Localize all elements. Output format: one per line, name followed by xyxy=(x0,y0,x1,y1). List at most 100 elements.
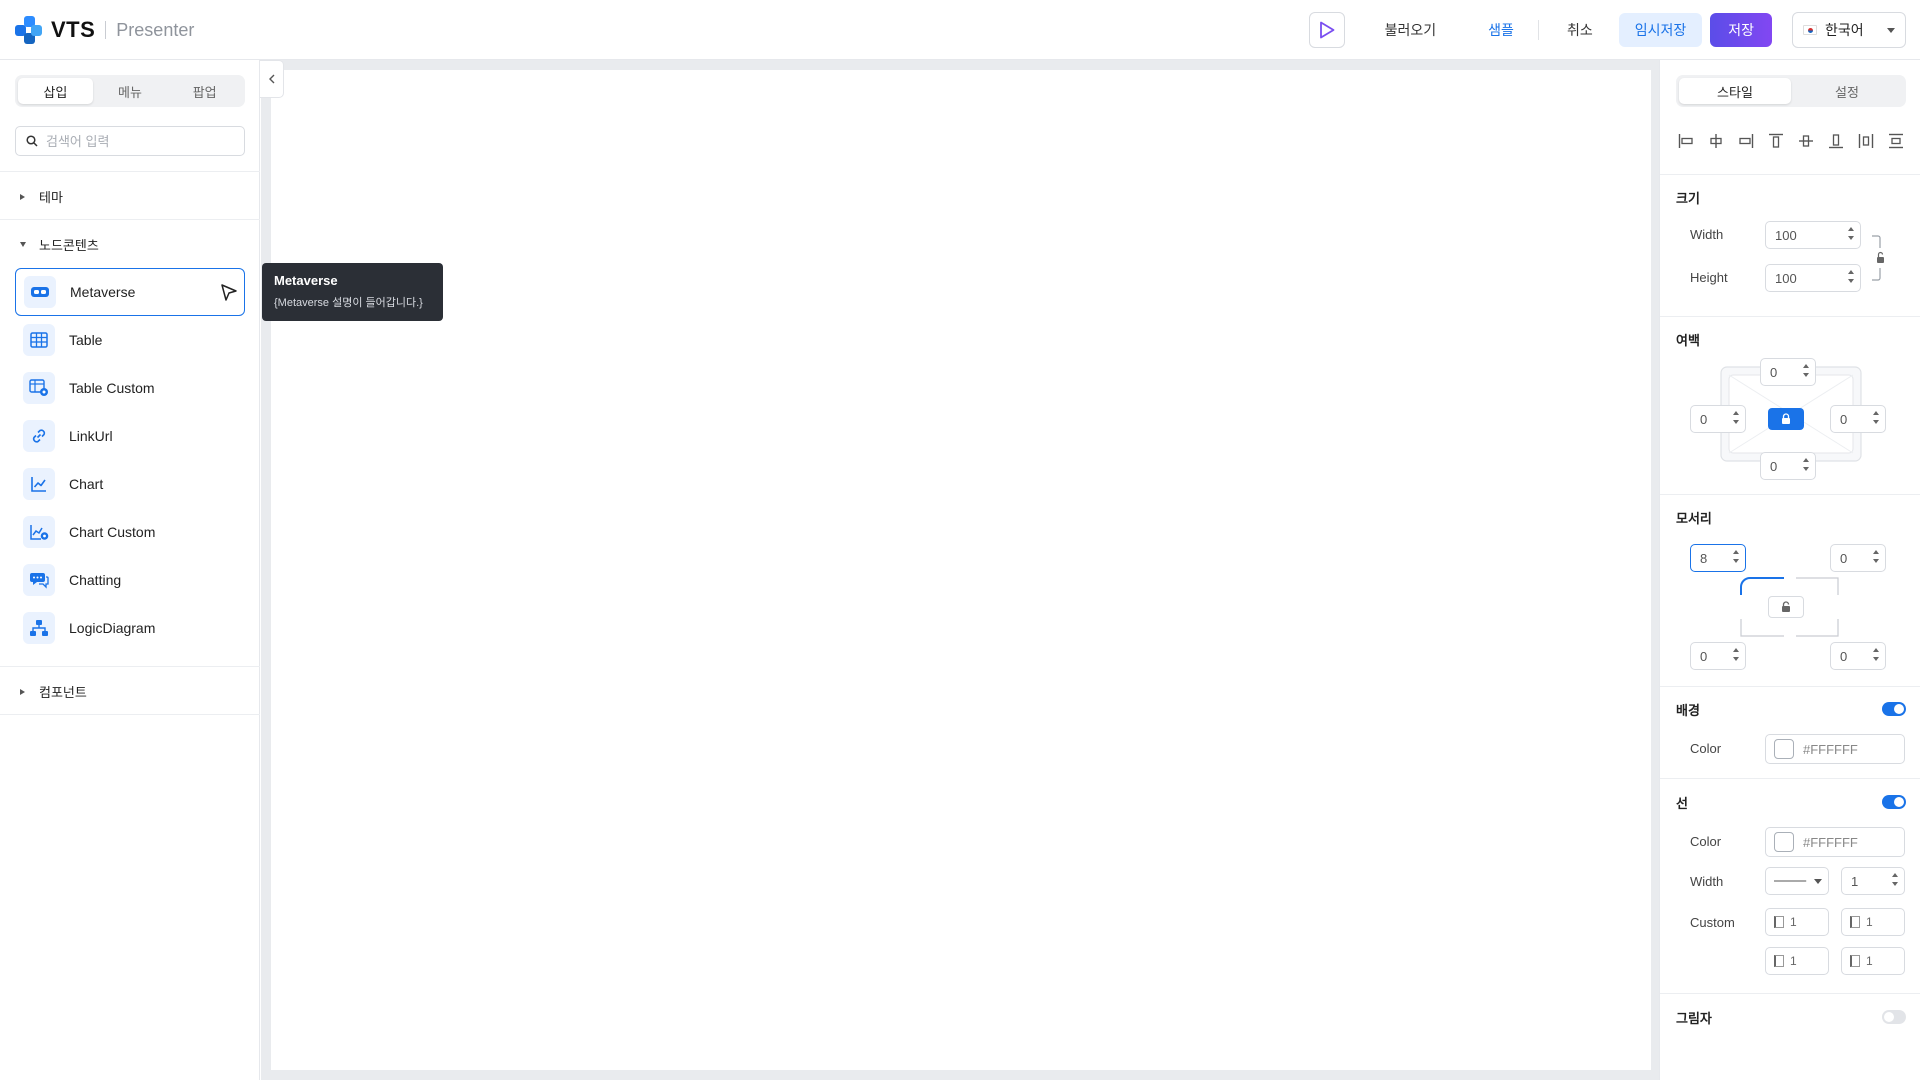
list-item-chart[interactable]: Chart xyxy=(15,460,245,508)
stepper-icon[interactable] xyxy=(1733,411,1739,424)
stepper-icon[interactable] xyxy=(1848,227,1854,240)
shadow-toggle[interactable] xyxy=(1882,1010,1906,1024)
table-custom-icon xyxy=(23,372,55,404)
align-right-icon[interactable] xyxy=(1736,131,1756,151)
align-bottom-icon[interactable] xyxy=(1826,131,1846,151)
section-theme-label: 테마 xyxy=(39,190,63,205)
stepper-icon[interactable] xyxy=(1733,648,1739,661)
item-tooltip: Metaverse {Metaverse 설명이 들어갑니다.} xyxy=(262,263,443,321)
stepper-icon[interactable] xyxy=(1848,270,1854,283)
border-right-input[interactable]: 1 xyxy=(1765,947,1829,975)
border-left-icon xyxy=(1774,916,1784,928)
stepper-icon[interactable] xyxy=(1873,648,1879,661)
list-item-linkurl[interactable]: LinkUrl xyxy=(15,412,245,460)
background-toggle[interactable] xyxy=(1882,702,1906,716)
list-item-label: Table xyxy=(69,332,103,348)
temp-save-button[interactable]: 임시저장 xyxy=(1618,13,1703,47)
width-input[interactable]: 100 xyxy=(1765,221,1861,249)
height-input[interactable]: 100 xyxy=(1765,264,1861,292)
corner-bottom-right-input[interactable]: 0 xyxy=(1830,642,1886,670)
stepper-icon[interactable] xyxy=(1733,550,1739,563)
corner-bottom-left-input[interactable]: 0 xyxy=(1690,642,1746,670)
list-item-metaverse[interactable]: Metaverse xyxy=(15,268,245,316)
list-item-table-custom[interactable]: Table Custom xyxy=(15,364,245,412)
logo-subtitle: Presenter xyxy=(116,19,195,40)
border-bottom-input[interactable]: 1 xyxy=(1841,947,1905,975)
stepper-icon[interactable] xyxy=(1803,364,1809,377)
align-left-icon[interactable] xyxy=(1676,131,1696,151)
tab-menu[interactable]: 메뉴 xyxy=(93,78,168,104)
language-label: 한국어 xyxy=(1825,22,1864,38)
background-color-value: #FFFFFF xyxy=(1803,741,1858,757)
align-top-icon[interactable] xyxy=(1766,131,1786,151)
margin-left-input[interactable]: 0 xyxy=(1690,405,1746,433)
list-item-table[interactable]: Table xyxy=(15,316,245,364)
background-color-field[interactable]: #FFFFFF xyxy=(1765,734,1905,764)
stepper-icon[interactable] xyxy=(1892,873,1898,886)
section-divider xyxy=(0,171,260,172)
tab-settings[interactable]: 설정 xyxy=(1791,78,1903,104)
section-theme[interactable]: 테마 xyxy=(20,187,63,206)
distribute-vertical-icon[interactable] xyxy=(1886,131,1906,151)
color-swatch[interactable] xyxy=(1774,832,1794,852)
properties-panel: 스타일 설정 크기 Width 100 Height 100 여백 0 0 0 … xyxy=(1659,60,1920,1080)
border-left-input[interactable]: 1 xyxy=(1765,908,1829,936)
play-icon xyxy=(1319,21,1335,39)
section-divider xyxy=(1660,778,1920,779)
header-actions: 불러오기 샘플 취소 임시저장 저장 한국어 xyxy=(1308,0,1920,60)
alignment-toolbar xyxy=(1676,131,1906,151)
aspect-lock-icon[interactable] xyxy=(1870,235,1886,281)
stepper-icon[interactable] xyxy=(1803,458,1809,471)
section-components-label: 컴포넌트 xyxy=(39,685,87,700)
chart-icon xyxy=(23,468,55,500)
line-toggle[interactable] xyxy=(1882,795,1906,809)
margin-bottom-value: 0 xyxy=(1770,458,1778,474)
save-button[interactable]: 저장 xyxy=(1710,13,1772,47)
section-node-contents[interactable]: 노드콘텐츠 xyxy=(20,235,99,254)
corner-top-right-input[interactable]: 0 xyxy=(1830,544,1886,572)
border-top-icon xyxy=(1850,916,1860,928)
diagram-icon xyxy=(23,612,55,644)
color-swatch[interactable] xyxy=(1774,739,1794,759)
section-components[interactable]: 컴포넌트 xyxy=(20,682,87,701)
language-select[interactable]: 한국어 xyxy=(1792,12,1906,48)
chevron-down-icon xyxy=(1887,27,1895,33)
list-item-chart-custom[interactable]: Chart Custom xyxy=(15,508,245,556)
cancel-button[interactable]: 취소 xyxy=(1547,13,1613,47)
stepper-icon[interactable] xyxy=(1873,550,1879,563)
line-width-input[interactable]: 1 xyxy=(1841,867,1905,895)
margin-right-input[interactable]: 0 xyxy=(1830,405,1886,433)
collapse-sidebar-button[interactable] xyxy=(260,60,284,98)
margin-title: 여백 xyxy=(1676,333,1700,348)
section-divider xyxy=(0,219,260,220)
corner-lock-button[interactable] xyxy=(1768,596,1804,618)
align-center-horizontal-icon[interactable] xyxy=(1706,131,1726,151)
list-item-label: LogicDiagram xyxy=(69,620,156,636)
line-style-select[interactable] xyxy=(1765,867,1829,895)
line-width-label: Width xyxy=(1690,874,1724,889)
preview-play-button[interactable] xyxy=(1308,12,1345,48)
margin-lock-button[interactable] xyxy=(1768,408,1804,430)
list-item-chatting[interactable]: Chatting xyxy=(15,556,245,604)
search-input[interactable] xyxy=(46,133,226,149)
border-top-value: 1 xyxy=(1866,915,1873,929)
tab-popup[interactable]: 팝업 xyxy=(167,78,242,104)
stepper-icon[interactable] xyxy=(1873,411,1879,424)
distribute-horizontal-icon[interactable] xyxy=(1856,131,1876,151)
line-color-field[interactable]: #FFFFFF xyxy=(1765,827,1905,857)
align-middle-vertical-icon[interactable] xyxy=(1796,131,1816,151)
sample-button[interactable]: 샘플 xyxy=(1472,13,1530,47)
corner-top-left-input[interactable]: 8 xyxy=(1690,544,1746,572)
border-top-input[interactable]: 1 xyxy=(1841,908,1905,936)
korea-flag-icon xyxy=(1803,25,1817,35)
node-content-list: Metaverse Table Table Custom LinkUrl Cha… xyxy=(15,268,245,652)
margin-top-input[interactable]: 0 xyxy=(1760,358,1816,386)
tab-style[interactable]: 스타일 xyxy=(1679,78,1791,104)
logo-text: VTS xyxy=(51,17,96,42)
editor-canvas[interactable] xyxy=(271,70,1651,1070)
height-value: 100 xyxy=(1775,270,1797,286)
list-item-logicdiagram[interactable]: LogicDiagram xyxy=(15,604,245,652)
load-button[interactable]: 불러오기 xyxy=(1369,13,1453,47)
margin-bottom-input[interactable]: 0 xyxy=(1760,452,1816,480)
tab-insert[interactable]: 삽입 xyxy=(18,78,93,104)
